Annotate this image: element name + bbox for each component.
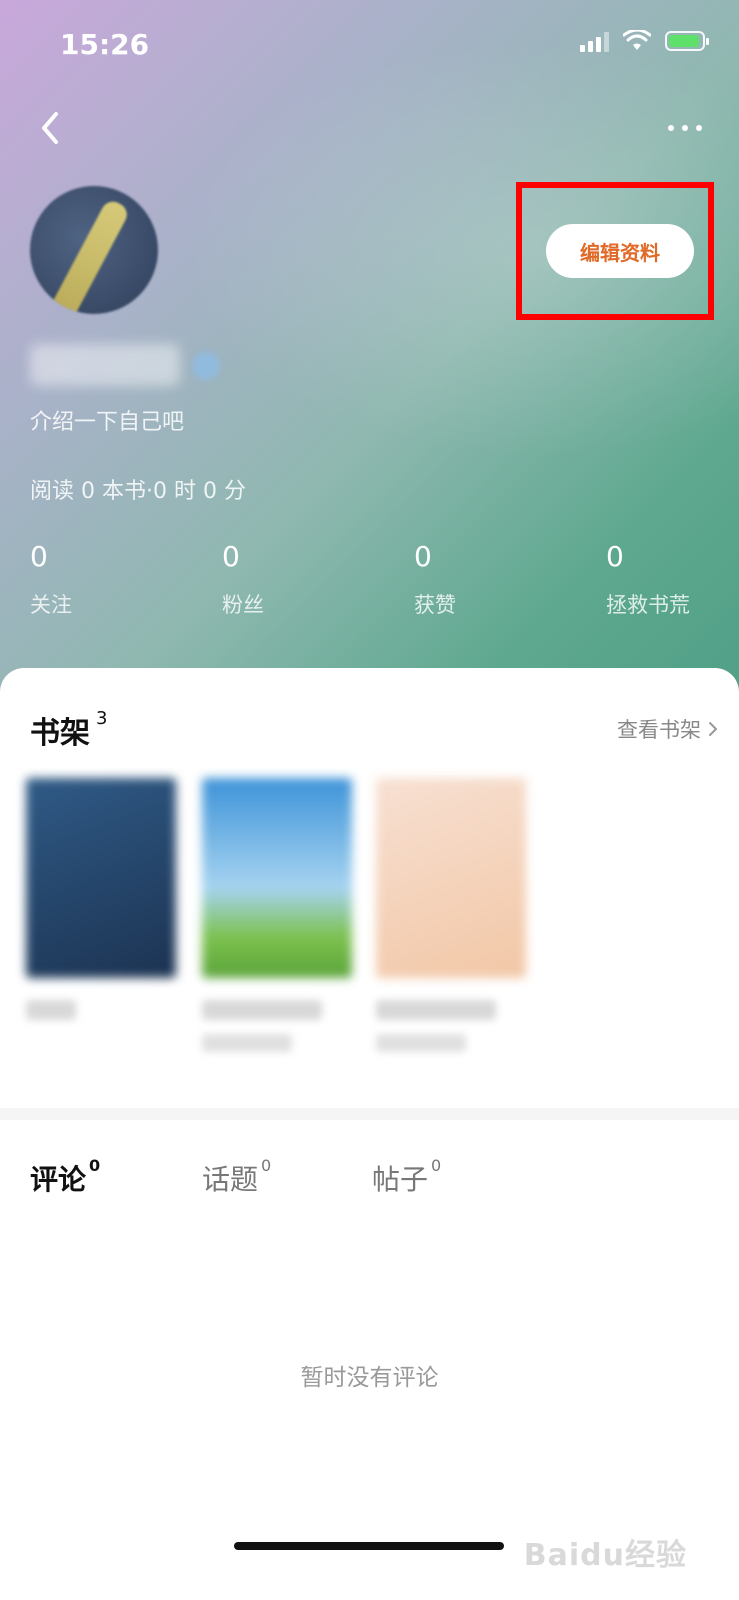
bookshelf-title: 书架 [30,716,90,751]
book-item[interactable] [26,778,186,1020]
reading-hours: 0 [153,479,168,504]
stat-value: 0 [414,540,432,573]
bookshelf-list [20,778,720,1088]
tab-count: 0 [261,1156,272,1175]
tab-comments[interactable]: 评论 0 [30,1156,101,1198]
reading-hours-unit: 时 [174,479,197,504]
status-icons [580,30,709,52]
reading-minutes-unit: 分 [224,479,247,504]
empty-state-text: 暂时没有评论 [300,1365,439,1391]
chevron-right-icon [709,722,718,736]
tab-label: 评论 [30,1163,87,1196]
chevron-left-icon [42,112,58,144]
book-cover [26,778,176,978]
cellular-signal-icon [580,30,609,52]
avatar[interactable] [30,186,158,314]
stat-label: 拯救书荒 [606,593,690,617]
view-bookshelf-link[interactable]: 查看书架 [617,714,719,744]
book-title-blurred [26,1000,76,1020]
stat-following[interactable]: 0 关注 [30,540,72,619]
annotation-highlight-box [516,182,714,320]
stat-label: 粉丝 [222,593,264,617]
view-bookshelf-label: 查看书架 [617,718,701,742]
book-title-blurred-line2 [202,1034,292,1052]
book-item[interactable] [202,778,362,1052]
stat-value: 0 [606,540,624,573]
more-button[interactable] [665,114,705,142]
reading-stats: 阅读 0 本书·0 时 0 分 [30,473,246,505]
activity-tabs: 评论 0 话题 0 帖子 0 [0,1156,739,1208]
tab-label: 帖子 [372,1163,429,1196]
stat-value: 0 [222,540,240,573]
stat-likes[interactable]: 0 获赞 [414,540,456,619]
tab-count: 0 [89,1156,101,1175]
nickname-blurred [30,344,180,386]
stat-value: 0 [30,540,48,573]
more-dots-icon [668,125,702,131]
stat-label: 关注 [30,593,72,617]
home-indicator[interactable] [234,1542,504,1550]
book-title-blurred [376,1000,496,1020]
stat-label: 获赞 [414,593,456,617]
book-cover [376,778,526,978]
status-time: 15:26 [60,28,150,61]
profile-stats: 0 关注 0 粉丝 0 获赞 0 拯救书荒 [0,540,739,630]
reading-books-unit: 本书 [102,479,147,504]
reading-separator: · [146,479,154,504]
bio-text[interactable]: 介绍一下自己吧 [30,404,184,436]
battery-icon [665,31,709,51]
tab-topics[interactable]: 话题 0 [202,1156,272,1198]
reading-minutes: 0 [203,479,218,504]
verified-badge-icon [192,352,220,380]
book-title-blurred-line2 [376,1034,466,1052]
stat-followers[interactable]: 0 粉丝 [222,540,264,619]
section-divider [0,1108,739,1120]
book-title-blurred [202,1000,322,1020]
book-cover [202,778,352,978]
wifi-icon [623,30,651,50]
content-panel: 书架 3 查看书架 评论 0 话题 0 帖子 0 暂时没有评论 Baidu经验 [0,668,739,1600]
bookshelf-count: 3 [96,708,108,729]
tab-posts[interactable]: 帖子 0 [372,1156,442,1198]
tab-label: 话题 [202,1163,259,1196]
reading-prefix: 阅读 [30,479,75,504]
stat-book-rescue[interactable]: 0 拯救书荒 [606,540,690,619]
reading-books-count: 0 [81,479,96,504]
book-item[interactable] [376,778,536,1052]
tab-count: 0 [431,1156,442,1175]
back-button[interactable] [32,108,72,148]
watermark: Baidu经验 [523,1538,687,1573]
